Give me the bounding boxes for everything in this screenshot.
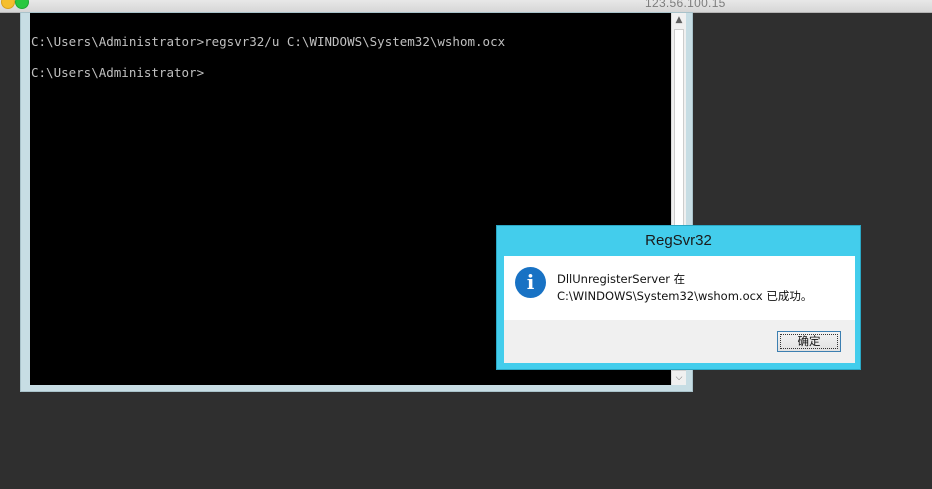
dialog-message: DllUnregisterServer 在 C:\WINDOWS\System3… <box>557 271 812 305</box>
dialog-message-area: i DllUnregisterServer 在 C:\WINDOWS\Syste… <box>504 256 855 320</box>
dialog-message-line: C:\WINDOWS\System32\wshom.ocx 已成功。 <box>557 289 813 303</box>
dialog-message-line: DllUnregisterServer 在 <box>557 272 686 286</box>
ok-button[interactable]: 确定 <box>777 331 841 352</box>
dialog-title: RegSvr32 <box>645 232 712 249</box>
console-prompt-line: C:\Users\Administrator> <box>31 65 205 80</box>
remote-host-address: 123.56.100.15 <box>645 0 726 10</box>
console-line: C:\Users\Administrator>regsvr32/u C:\WIN… <box>31 34 506 49</box>
scroll-up-icon[interactable]: ▲ <box>672 13 686 27</box>
scroll-down-icon[interactable]: ⌵ <box>672 370 686 385</box>
zoom-window-button[interactable] <box>15 0 29 9</box>
dialog-body: i DllUnregisterServer 在 C:\WINDOWS\Syste… <box>504 256 855 363</box>
minimize-window-button[interactable] <box>1 0 15 9</box>
info-icon: i <box>515 267 546 298</box>
regsvr32-dialog: RegSvr32 i DllUnregisterServer 在 C:\WIND… <box>496 225 861 370</box>
